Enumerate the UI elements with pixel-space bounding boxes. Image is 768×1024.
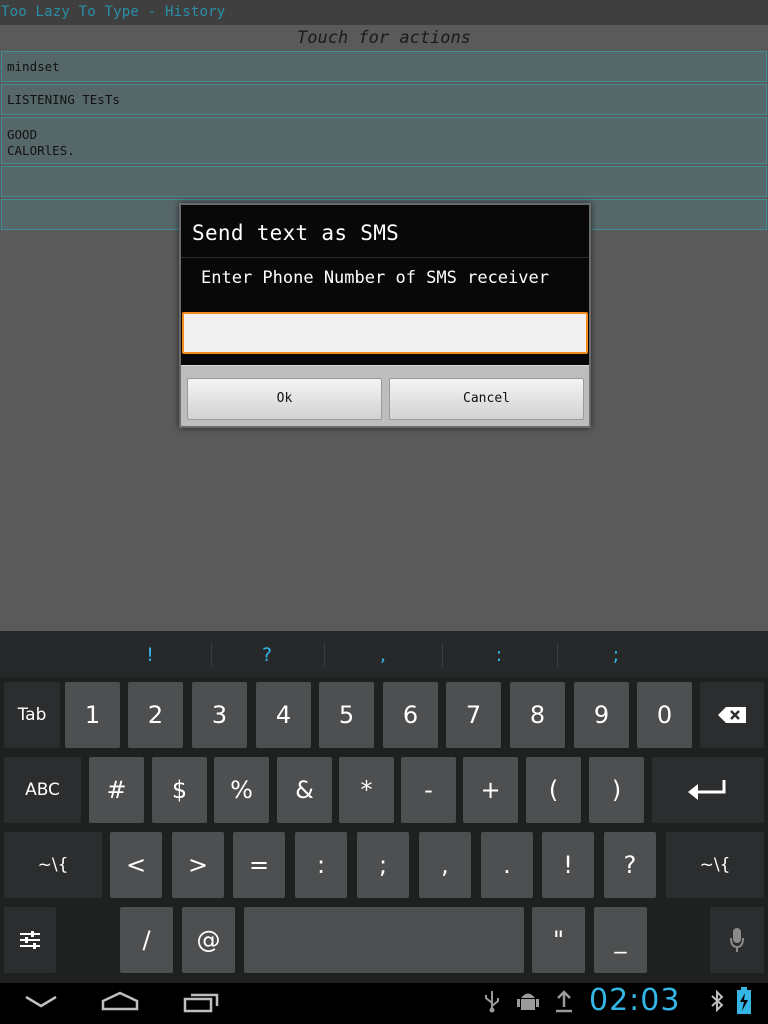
key-underscore[interactable]: _	[594, 907, 647, 973]
more-symbols-key-right[interactable]: ~\{	[666, 832, 764, 898]
upload-icon	[556, 990, 572, 1013]
history-item[interactable]	[1, 166, 767, 197]
usb-icon	[485, 991, 499, 1013]
key-ampersand[interactable]: &	[277, 757, 332, 823]
more-symbols-key-left[interactable]: ~\{	[4, 832, 102, 898]
key-period[interactable]: .	[481, 832, 533, 898]
system-bar: 02:03	[0, 983, 768, 1024]
soft-keyboard: ! ? , : ; Tab 1 2 3 4 5 6 7 8 9 0 ABC # …	[0, 631, 768, 983]
dialog-title: Send text as SMS	[192, 221, 400, 245]
abc-mode-key[interactable]: ABC	[4, 757, 81, 823]
settings-sliders-icon	[20, 931, 40, 949]
key-semicolon[interactable]: ;	[357, 832, 409, 898]
key-double-quote[interactable]: "	[532, 907, 585, 973]
key-7[interactable]: 7	[446, 682, 501, 748]
history-item[interactable]: LISTENING TEsTs	[1, 84, 767, 115]
touch-for-actions-header: Touch for actions	[297, 28, 471, 48]
suggestion-key[interactable]: ,	[325, 631, 441, 677]
backspace-key[interactable]	[700, 682, 764, 748]
home-icon[interactable]	[101, 991, 139, 1011]
send-sms-dialog: Send text as SMS Enter Phone Number of S…	[179, 203, 591, 428]
key-exclamation[interactable]: !	[542, 832, 594, 898]
phone-number-input[interactable]	[182, 312, 588, 354]
enter-key[interactable]	[652, 757, 764, 823]
tab-key[interactable]: Tab	[4, 682, 60, 748]
key-at[interactable]: @	[182, 907, 235, 973]
key-asterisk[interactable]: *	[339, 757, 394, 823]
key-less-than[interactable]: <	[110, 832, 162, 898]
key-0[interactable]: 0	[637, 682, 692, 748]
suggestion-strip: ! ? , : ;	[0, 631, 768, 677]
key-equals[interactable]: =	[233, 832, 285, 898]
key-6[interactable]: 6	[383, 682, 438, 748]
key-hash[interactable]: #	[89, 757, 144, 823]
dialog-divider	[181, 257, 589, 258]
key-colon[interactable]: :	[295, 832, 347, 898]
key-percent[interactable]: %	[214, 757, 269, 823]
key-slash[interactable]: /	[120, 907, 173, 973]
key-comma[interactable]: ,	[419, 832, 471, 898]
key-plus[interactable]: +	[463, 757, 518, 823]
key-open-paren[interactable]: (	[526, 757, 581, 823]
suggestion-key[interactable]: ?	[209, 631, 325, 677]
back-icon[interactable]	[24, 995, 58, 1009]
key-1[interactable]: 1	[65, 682, 120, 748]
suggestion-key[interactable]: ;	[558, 631, 674, 677]
space-key[interactable]	[244, 907, 524, 973]
bluetooth-icon	[711, 989, 724, 1013]
history-item[interactable]: GOOD CALORlES.	[1, 117, 767, 164]
enter-icon	[688, 780, 726, 800]
android-debug-icon	[517, 993, 539, 1010]
key-close-paren[interactable]: )	[589, 757, 644, 823]
key-4[interactable]: 4	[256, 682, 311, 748]
dialog-button-bar: Ok Cancel	[181, 365, 589, 426]
key-greater-than[interactable]: >	[172, 832, 224, 898]
ok-button[interactable]: Ok	[187, 378, 382, 420]
dialog-message: Enter Phone Number of SMS receiver	[201, 268, 549, 288]
recent-apps-icon[interactable]	[183, 991, 219, 1013]
key-8[interactable]: 8	[510, 682, 565, 748]
suggestion-key[interactable]: !	[92, 631, 208, 677]
key-9[interactable]: 9	[574, 682, 629, 748]
key-question[interactable]: ?	[604, 832, 656, 898]
key-5[interactable]: 5	[319, 682, 374, 748]
voice-input-key[interactable]	[710, 907, 764, 973]
microphone-icon	[730, 928, 744, 952]
suggestion-key[interactable]: :	[441, 631, 557, 677]
key-minus[interactable]: -	[401, 757, 456, 823]
cancel-button[interactable]: Cancel	[389, 378, 584, 420]
battery-charging-icon	[737, 987, 751, 1014]
key-dollar[interactable]: $	[152, 757, 207, 823]
history-item[interactable]: mindset	[1, 51, 767, 82]
app-title: Too Lazy To Type - History	[1, 4, 226, 20]
settings-key[interactable]	[4, 907, 56, 973]
clock: 02:03	[589, 983, 681, 1018]
backspace-icon	[718, 707, 746, 723]
key-2[interactable]: 2	[128, 682, 183, 748]
title-bar: Too Lazy To Type - History	[0, 0, 768, 25]
key-3[interactable]: 3	[192, 682, 247, 748]
